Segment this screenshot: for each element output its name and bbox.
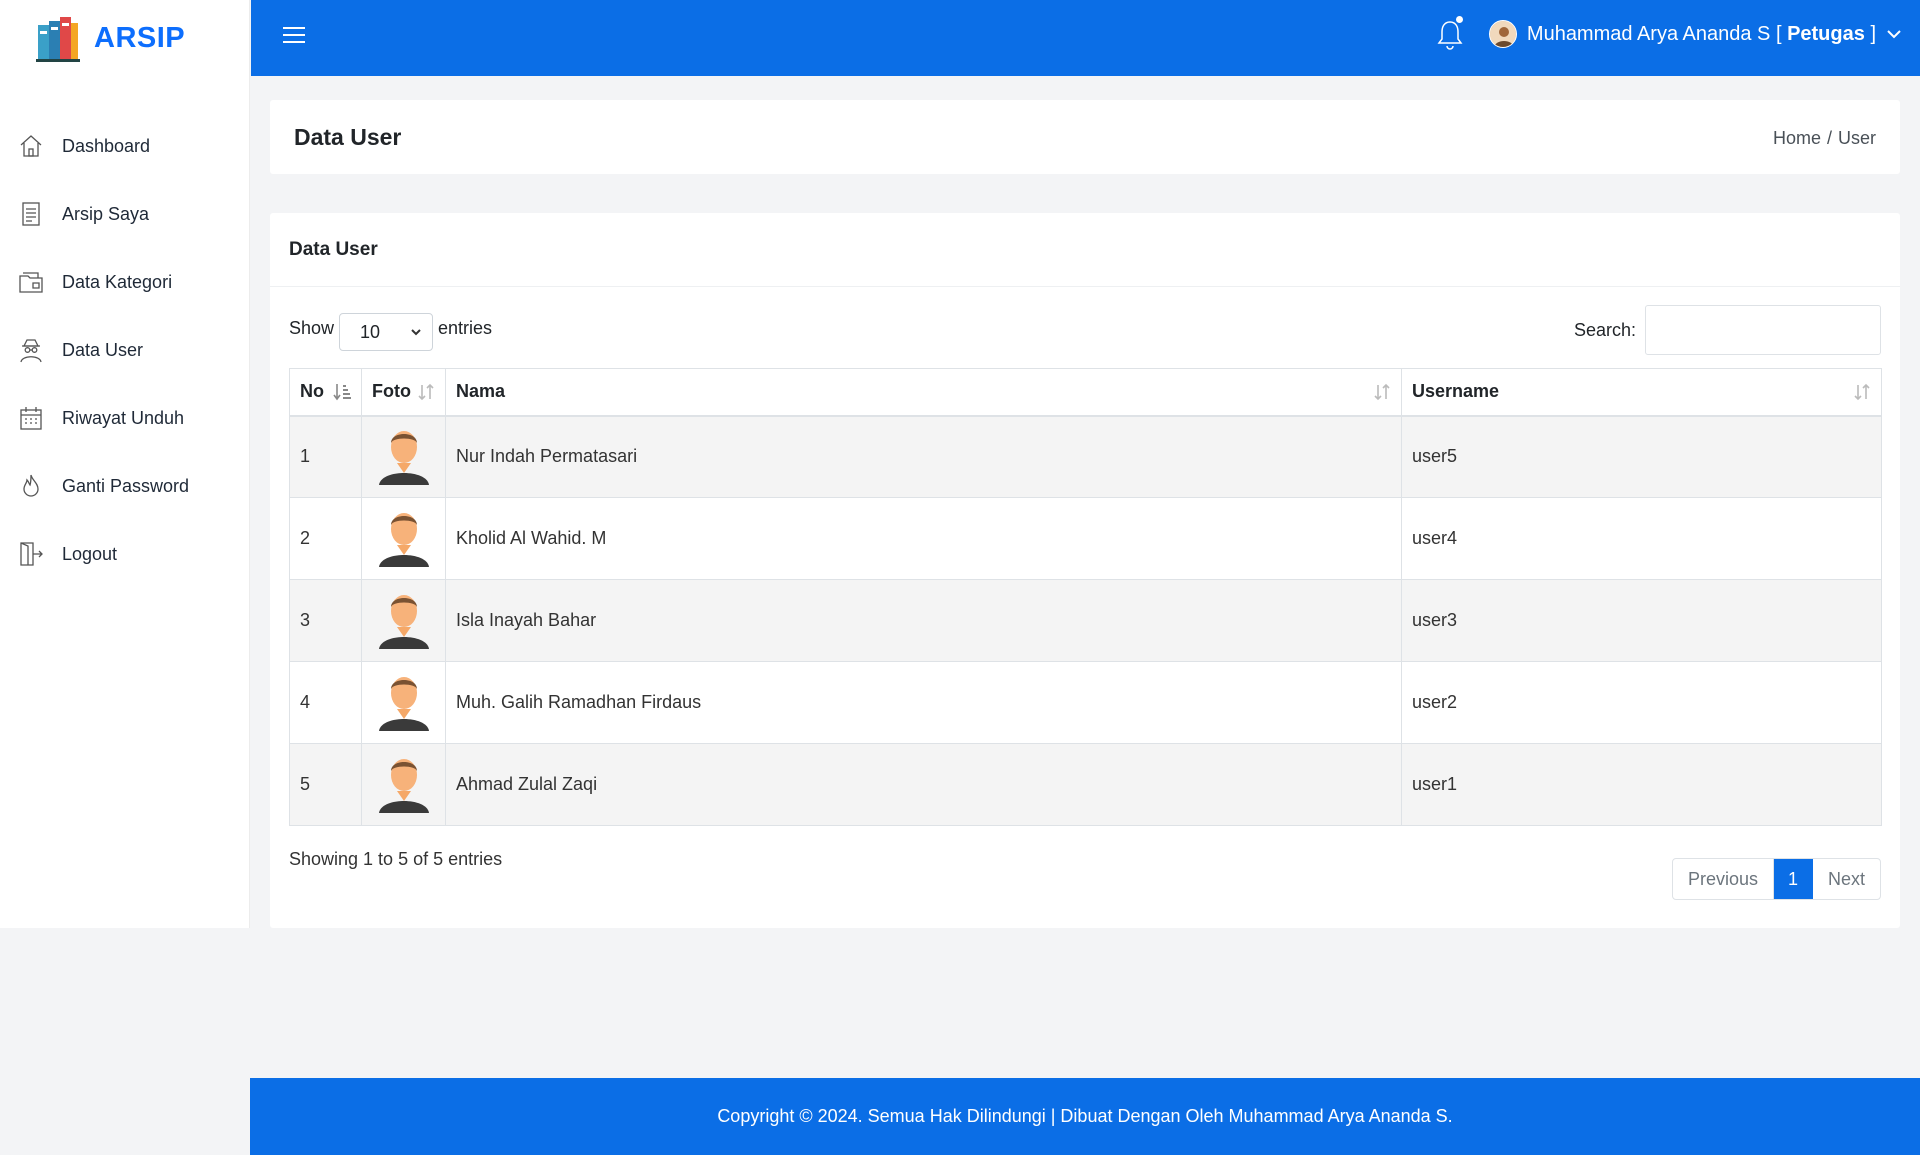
- cell-no: 1: [289, 415, 362, 498]
- cell-username: user4: [1401, 497, 1882, 580]
- avatar: [1488, 20, 1517, 48]
- page-1-button[interactable]: 1: [1773, 859, 1813, 899]
- cell-username: user2: [1401, 661, 1882, 744]
- page-length-control: Show 10 entries: [289, 305, 492, 351]
- entries-label: entries: [438, 317, 493, 338]
- users-table: No Foto Nama Username 1 Nur Indah Permat…: [289, 368, 1882, 826]
- cell-no: 3: [289, 579, 362, 662]
- search-control: Search:: [1574, 305, 1881, 355]
- cell-username: user1: [1401, 743, 1882, 826]
- column-header-foto[interactable]: Foto: [361, 368, 446, 417]
- fire-icon: [18, 472, 44, 500]
- sidebar: ARSIP Dashboard Arsip Saya Data Kategori…: [0, 0, 250, 928]
- cell-username: user5: [1401, 415, 1882, 498]
- column-header-no[interactable]: No: [289, 368, 362, 417]
- sidebar-item-label: Data User: [62, 339, 144, 360]
- user-avatar-icon: [378, 513, 429, 567]
- document-icon: [18, 200, 44, 228]
- page-header: Data User Home / User: [270, 100, 1900, 174]
- home-icon: [18, 132, 44, 160]
- sort-icon: [418, 383, 434, 401]
- cell-nama: Kholid Al Wahid. M: [445, 497, 1402, 580]
- sort-icon: [1374, 383, 1390, 401]
- user-avatar-icon: [378, 759, 429, 813]
- calendar-icon: [18, 404, 44, 432]
- show-label: Show: [289, 317, 335, 338]
- chevron-down-icon: [411, 329, 421, 336]
- search-label: Search:: [1573, 319, 1636, 340]
- cell-nama: Nur Indah Permatasari: [445, 415, 1402, 498]
- notification-dot: [1456, 16, 1463, 23]
- table-row: 3 Isla Inayah Bahar user3: [289, 579, 1882, 662]
- pagination: Previous 1 Next: [1671, 858, 1881, 900]
- table-row: 2 Kholid Al Wahid. M user4: [289, 497, 1882, 580]
- user-avatar-icon: [378, 677, 429, 731]
- brand-name: ARSIP: [94, 21, 186, 54]
- page-title: Data User: [294, 124, 402, 150]
- logout-icon: [18, 540, 44, 568]
- table-info: Showing 1 to 5 of 5 entries: [289, 849, 503, 869]
- sidebar-item-label: Arsip Saya: [62, 203, 150, 224]
- cell-foto: [361, 415, 446, 498]
- sidebar-item-data-kategori[interactable]: Data Kategori: [0, 248, 250, 316]
- sort-icon: [1854, 383, 1870, 401]
- sidebar-item-arsip-saya[interactable]: Arsip Saya: [0, 180, 250, 248]
- cell-no: 2: [289, 497, 362, 580]
- footer: Copyright © 2024. Semua Hak Dilindungi |…: [250, 1078, 1920, 1155]
- cell-foto: [361, 661, 446, 744]
- sidebar-item-label: Riwayat Unduh: [62, 407, 185, 428]
- folder-icon: [18, 268, 44, 296]
- next-button[interactable]: Next: [1813, 859, 1880, 899]
- cell-nama: Isla Inayah Bahar: [445, 579, 1402, 662]
- cell-foto: [361, 743, 446, 826]
- books-logo-icon: [36, 17, 80, 62]
- search-input[interactable]: [1645, 305, 1881, 355]
- table-row: 1 Nur Indah Permatasari user5: [289, 415, 1882, 498]
- sidebar-item-label: Logout: [62, 543, 118, 564]
- cell-foto: [361, 497, 446, 580]
- user-spy-icon: [18, 336, 44, 364]
- column-header-nama[interactable]: Nama: [445, 368, 1402, 417]
- sidebar-item-data-user[interactable]: Data User: [0, 316, 250, 384]
- sidebar-item-riwayat-unduh[interactable]: Riwayat Unduh: [0, 384, 250, 452]
- cell-username: user3: [1401, 579, 1882, 662]
- table-row: 4 Muh. Galih Ramadhan Firdaus user2: [289, 661, 1882, 744]
- user-menu[interactable]: Muhammad Arya Ananda S [ Petugas ]: [1488, 18, 1902, 50]
- cell-no: 5: [289, 743, 362, 826]
- cell-nama: Ahmad Zulal Zaqi: [445, 743, 1402, 826]
- breadcrumb: Home / User: [1773, 128, 1876, 149]
- user-avatar-icon: [378, 431, 429, 486]
- sidebar-item-logout[interactable]: Logout: [0, 520, 250, 588]
- user-avatar-icon: [378, 595, 429, 649]
- cell-foto: [361, 579, 446, 662]
- sort-ascending-icon: [333, 384, 351, 401]
- topbar: Muhammad Arya Ananda S [ Petugas ]: [251, 0, 1920, 76]
- sidebar-item-label: Data Kategori: [62, 271, 173, 292]
- bell-icon[interactable]: [1435, 16, 1465, 52]
- breadcrumb-separator: /: [1826, 128, 1832, 148]
- copyright-text: Copyright © 2024. Semua Hak Dilindungi |…: [717, 1106, 1453, 1126]
- column-header-username[interactable]: Username: [1401, 368, 1882, 417]
- page-length-value: 10: [360, 321, 381, 342]
- cell-nama: Muh. Galih Ramadhan Firdaus: [445, 661, 1402, 744]
- page-length-select[interactable]: 10: [339, 313, 434, 351]
- brand[interactable]: ARSIP: [36, 10, 185, 66]
- chevron-down-icon: [1887, 30, 1901, 39]
- user-role: Petugas: [1787, 22, 1865, 45]
- table-row: 5 Ahmad Zulal Zaqi user1: [289, 743, 1882, 826]
- sidebar-item-label: Ganti Password: [62, 475, 190, 496]
- breadcrumb-home[interactable]: Home: [1773, 128, 1821, 149]
- cell-no: 4: [289, 661, 362, 744]
- card-title: Data User: [270, 213, 1900, 287]
- user-name: Muhammad Arya Ananda S [ Petugas ]: [1526, 22, 1876, 45]
- sidebar-nav: Dashboard Arsip Saya Data Kategori Data …: [0, 112, 250, 588]
- breadcrumb-current: User: [1837, 128, 1876, 148]
- hamburger-menu-icon[interactable]: [283, 27, 305, 45]
- sidebar-item-label: Dashboard: [62, 135, 151, 156]
- sidebar-item-ganti-password[interactable]: Ganti Password: [0, 452, 250, 520]
- sidebar-item-dashboard[interactable]: Dashboard: [0, 112, 250, 180]
- data-user-card: Data User Show 10 entries Search: No Fot…: [270, 213, 1900, 928]
- previous-button[interactable]: Previous: [1673, 859, 1774, 899]
